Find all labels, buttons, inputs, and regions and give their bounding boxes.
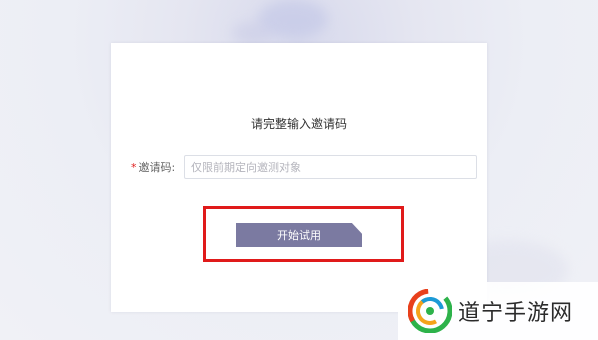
dialog-title: 请完整输入邀请码 — [250, 117, 347, 131]
invite-code-label-text: 邀请码: — [138, 161, 176, 174]
invite-code-label: * 邀请码: — [131, 159, 175, 175]
required-mark: * — [131, 161, 137, 174]
invite-code-input[interactable] — [184, 155, 477, 179]
background-blur — [232, 22, 272, 44]
start-trial-button[interactable]: 开始试用 — [236, 223, 362, 247]
watermark: 道宁手游网 — [398, 282, 598, 340]
invite-code-dialog: 请完整输入邀请码 * 邀请码: — [111, 43, 487, 312]
watermark-text: 道宁手游网 — [458, 301, 574, 326]
swirl-logo-icon — [408, 289, 452, 333]
